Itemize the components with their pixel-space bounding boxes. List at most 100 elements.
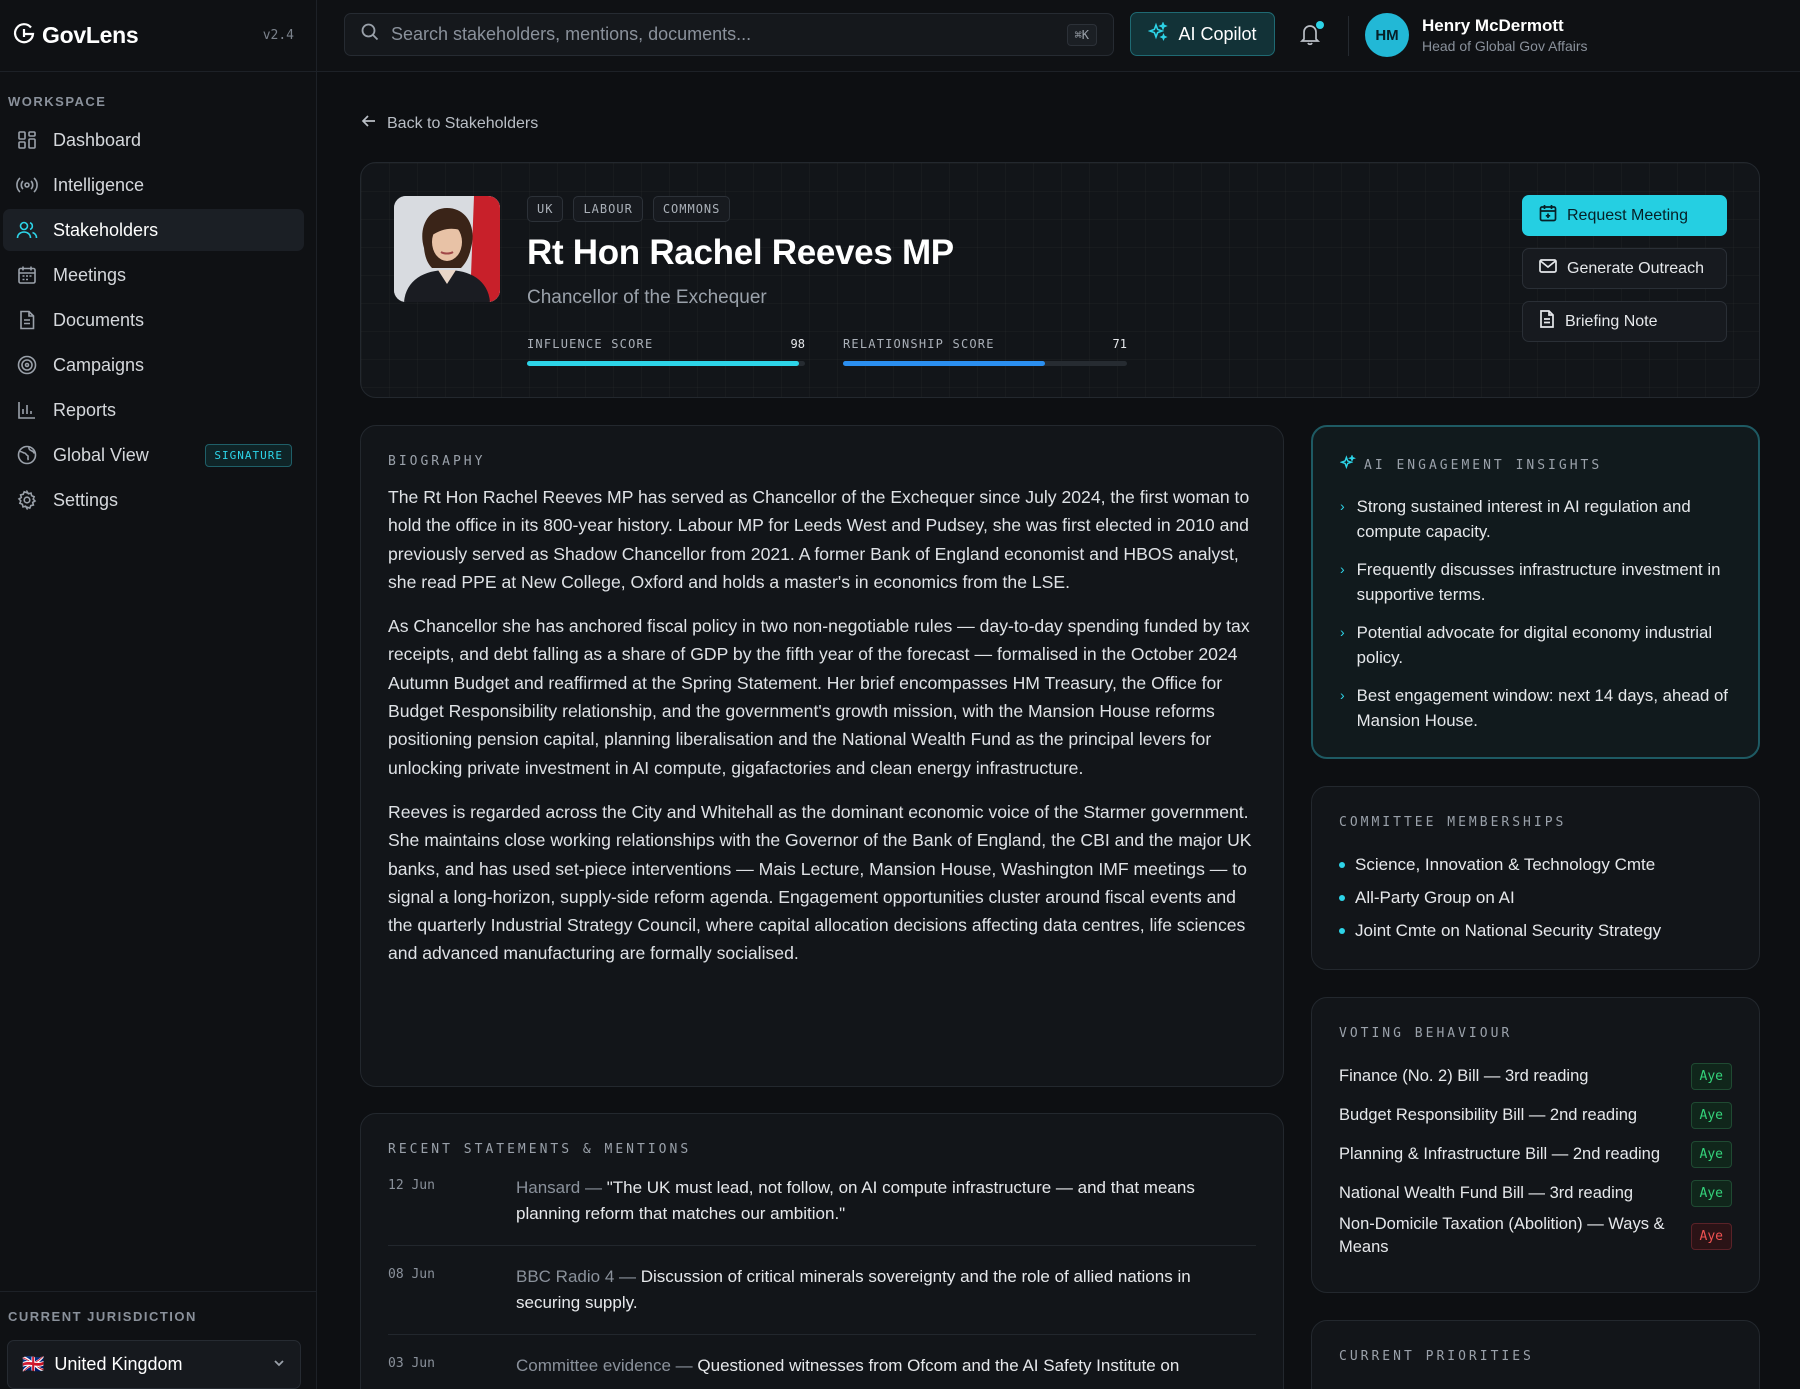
insight-item: › Potential advocate for digital economy …: [1340, 620, 1731, 670]
mention-date: 12 Jun: [388, 1178, 435, 1193]
relationship-score-bar: [843, 361, 1127, 366]
govlens-logo-icon: [12, 21, 36, 50]
biography-card: BIOGRAPHY The Rt Hon Rachel Reeves MP ha…: [360, 425, 1284, 1087]
priorities-title: CURRENT PRIORITIES: [1339, 1349, 1534, 1364]
vote-badge: Aye: [1690, 1141, 1732, 1168]
stakeholder-name: Rt Hon Rachel Reeves MP: [527, 233, 954, 272]
relationship-score-fill: [843, 361, 1045, 366]
grid-icon: [15, 128, 39, 152]
sidebar-item-label: Global View: [53, 444, 149, 465]
calendar-icon: [15, 263, 39, 287]
search-bar[interactable]: ⌘K: [344, 13, 1114, 56]
signature-badge: SIGNATURE: [205, 443, 292, 467]
jurisdiction-panel: CURRENT JURISDICTION 🇬🇧 United Kingdom: [0, 1291, 316, 1389]
stakeholder-role: Chancellor of the Exchequer: [527, 287, 767, 308]
sidebar-item-intelligence[interactable]: Intelligence: [3, 164, 304, 206]
search-shortcut: ⌘K: [1066, 23, 1097, 46]
arrow-left-icon: [361, 113, 377, 134]
committee-item[interactable]: All-Party Group on AI: [1339, 881, 1732, 914]
brand-header: GovLens v2.4: [0, 0, 316, 72]
influence-score-bar: [527, 361, 805, 366]
sidebar-item-stakeholders[interactable]: Stakeholders: [3, 209, 304, 251]
user-name: Henry McDermott: [1422, 16, 1564, 35]
sidebar-item-dashboard[interactable]: Dashboard: [3, 119, 304, 161]
sidebar-item-label: Reports: [53, 399, 117, 420]
vote-bill: Planning & Infrastructure Bill — 2nd rea…: [1339, 1145, 1661, 1163]
insight-item: › Frequently discusses infrastructure inv…: [1340, 557, 1731, 607]
generate-outreach-button[interactable]: Generate Outreach: [1522, 248, 1727, 289]
insights-title: AI ENGAGEMENT INSIGHTS: [1364, 458, 1603, 473]
stakeholder-tags: UK LABOUR COMMONS: [527, 196, 731, 222]
brand-logo[interactable]: GovLens: [12, 21, 139, 50]
sidebar-item-label: Stakeholders: [53, 219, 159, 240]
influence-score-fill: [527, 361, 800, 366]
committee-name: All-Party Group on AI: [1355, 887, 1515, 907]
search-input[interactable]: [391, 24, 1055, 45]
briefing-note-button[interactable]: Briefing Note: [1522, 301, 1727, 342]
sparkle-icon: [1148, 20, 1169, 47]
vote-badge: Aye: [1690, 1063, 1732, 1090]
notifications-button[interactable]: [1299, 21, 1324, 46]
vote-row: Budget Responsibility Bill — 2nd reading…: [1339, 1096, 1732, 1135]
user-menu[interactable]: HM Henry McDermott Head of Global Gov Af…: [1365, 13, 1588, 57]
mail-icon: [1539, 258, 1557, 279]
sidebar-item-label: Dashboard: [53, 129, 142, 150]
insight-text: Strong sustained interest in AI regulati…: [1356, 497, 1691, 541]
sidebar-item-meetings[interactable]: Meetings: [3, 254, 304, 296]
sidebar-item-settings[interactable]: Settings: [3, 479, 304, 521]
biography-paragraph: As Chancellor she has anchored fiscal po…: [388, 616, 1250, 778]
biography-paragraph: Reeves is regarded across the City and W…: [388, 801, 1252, 964]
committee-item[interactable]: Science, Innovation & Technology Cmte: [1339, 848, 1732, 881]
request-meeting-button[interactable]: Request Meeting: [1522, 195, 1727, 236]
mention-item[interactable]: 12 Jun Hansard — "The UK must lead, not …: [388, 1157, 1256, 1246]
user-role: Head of Global Gov Affairs: [1422, 38, 1588, 54]
mention-date: 03 Jun: [388, 1356, 435, 1371]
sidebar-item-global-view[interactable]: Global View SIGNATURE: [3, 434, 304, 476]
sidebar-item-label: Documents: [53, 309, 145, 330]
vote-bill: National Wealth Fund Bill — 3rd reading: [1339, 1184, 1634, 1202]
tag-chamber: COMMONS: [652, 196, 731, 222]
chevron-right-icon: ›: [1340, 687, 1345, 703]
mention-item[interactable]: 03 Jun Committee evidence — Questioned w…: [388, 1335, 1256, 1389]
sidebar-item-campaigns[interactable]: Campaigns: [3, 344, 304, 386]
tag-country: UK: [527, 196, 564, 222]
insight-text: Frequently discusses infrastructure inve…: [1356, 560, 1721, 604]
jurisdiction-value: United Kingdom: [54, 1354, 183, 1374]
influence-score-value: 98: [790, 337, 805, 351]
biography-title: BIOGRAPHY: [388, 454, 486, 469]
recent-mentions-card: RECENT STATEMENTS & MENTIONS 12 Jun Hans…: [360, 1113, 1284, 1389]
mention-text: Questioned witnesses from Ofcom and the …: [697, 1356, 1180, 1375]
sidebar-item-reports[interactable]: Reports: [3, 389, 304, 431]
notification-dot: [1316, 21, 1324, 29]
mention-source: Hansard —: [516, 1178, 602, 1197]
target-icon: [15, 353, 39, 377]
voting-behaviour-card: VOTING BEHAVIOUR Finance (No. 2) Bill — …: [1311, 997, 1760, 1293]
calendar-plus-icon: [1539, 204, 1557, 227]
vote-badge: Aye: [1690, 1102, 1732, 1129]
insight-item: › Strong sustained interest in AI regulat…: [1340, 494, 1731, 544]
jurisdiction-select[interactable]: 🇬🇧 United Kingdom: [7, 1340, 301, 1389]
ai-copilot-button[interactable]: AI Copilot: [1130, 12, 1275, 56]
vote-row: Non-Domicile Taxation (Abolition) — Ways…: [1339, 1213, 1732, 1259]
generate-outreach-label: Generate Outreach: [1567, 259, 1704, 277]
profile-actions: Request Meeting Generate Outreach Briefi…: [1522, 195, 1727, 354]
bar-chart-icon: [15, 398, 39, 422]
sidebar-item-documents[interactable]: Documents: [3, 299, 304, 341]
mention-source: BBC Radio 4 —: [516, 1267, 636, 1286]
chevron-right-icon: ›: [1340, 561, 1345, 577]
bullet-dot: [1339, 894, 1345, 901]
chevron-right-icon: ›: [1340, 498, 1345, 514]
sidebar-item-label: Intelligence: [53, 174, 145, 195]
relationship-score-label: RELATIONSHIP SCORE: [843, 337, 995, 351]
globe-icon: [15, 443, 39, 467]
jurisdiction-label: CURRENT JURISDICTION: [8, 1309, 197, 1324]
committee-name: Joint Cmte on National Security Strategy: [1355, 920, 1662, 940]
mention-text: "The UK must lead, not follow, on AI com…: [516, 1178, 1195, 1223]
committee-item[interactable]: Joint Cmte on National Security Strategy: [1339, 914, 1732, 947]
back-label: Back to Stakeholders: [387, 114, 539, 132]
back-to-stakeholders-link[interactable]: Back to Stakeholders: [361, 113, 538, 134]
document-icon: [15, 308, 39, 332]
relationship-score: RELATIONSHIP SCORE 71: [843, 337, 1127, 366]
vote-bill: Finance (No. 2) Bill — 3rd reading: [1339, 1067, 1589, 1085]
mention-item[interactable]: 08 Jun BBC Radio 4 — Discussion of criti…: [388, 1246, 1256, 1335]
